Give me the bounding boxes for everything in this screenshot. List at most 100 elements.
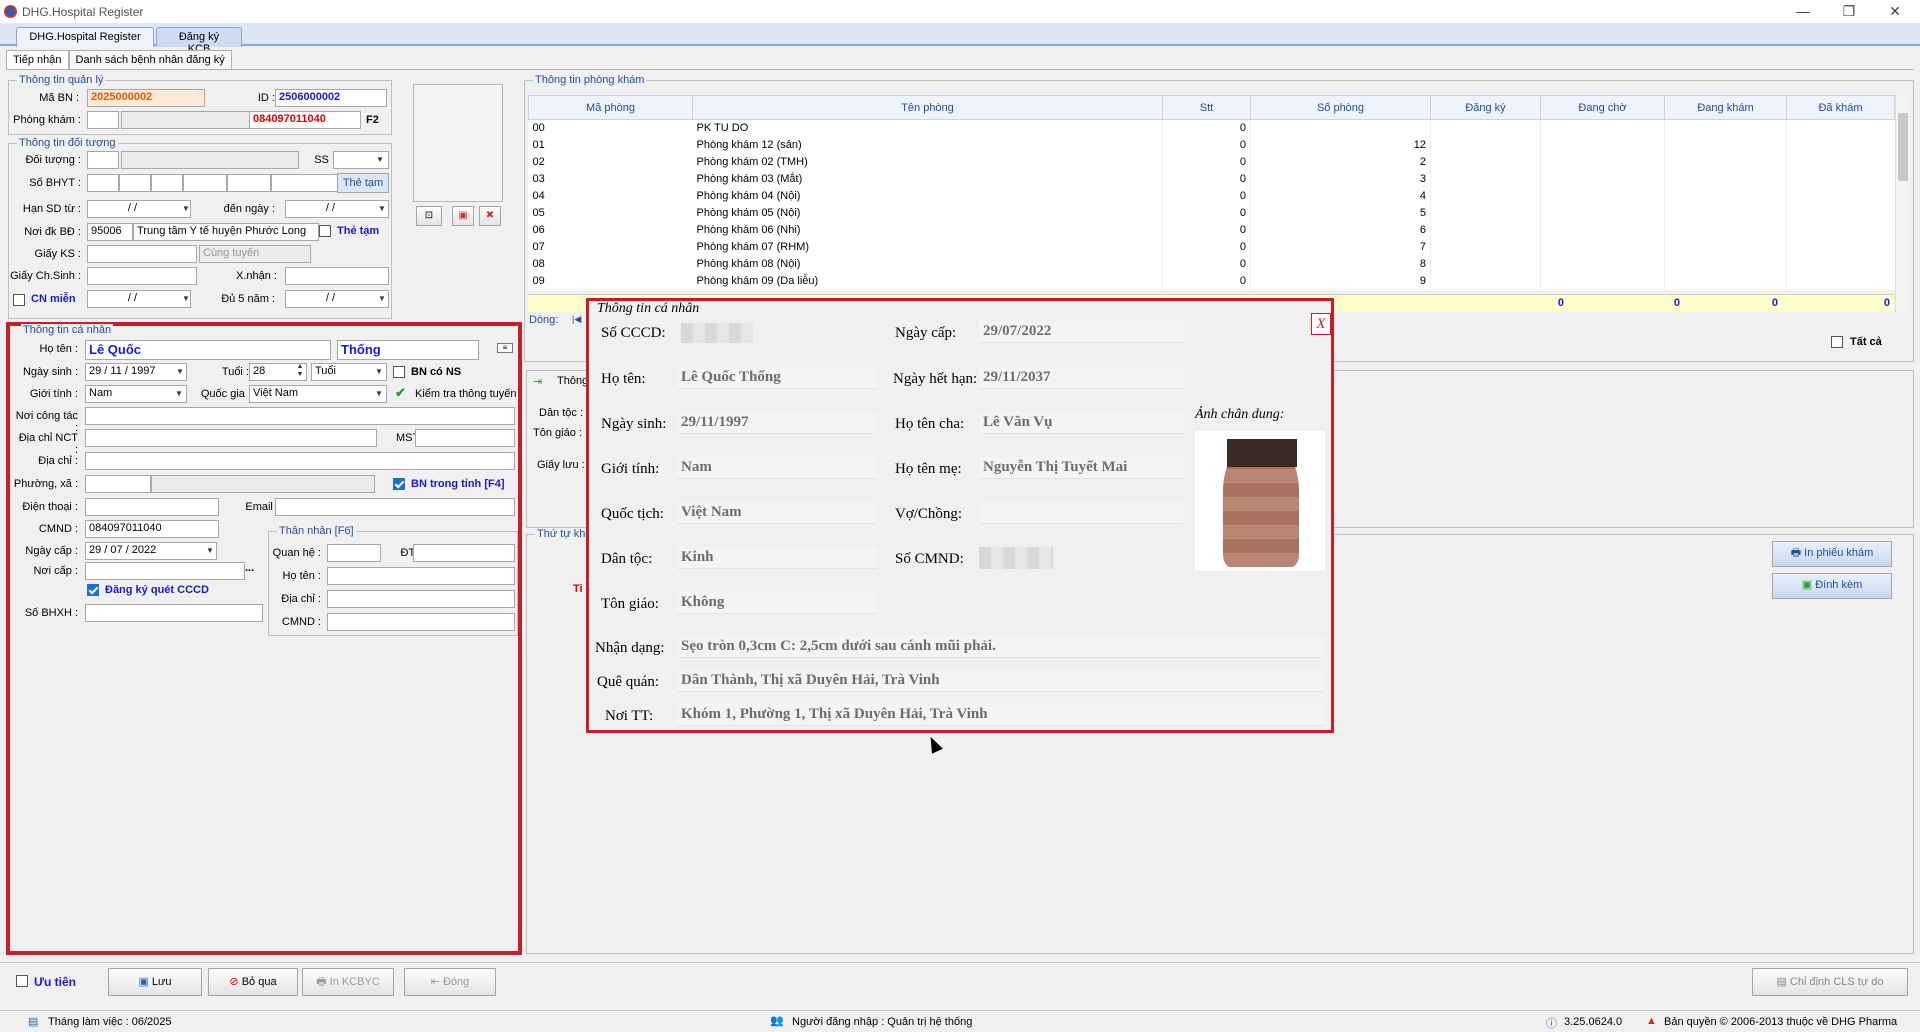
- du5nam-date[interactable]: / /: [285, 290, 389, 308]
- so-bhyt-part3[interactable]: [151, 174, 183, 192]
- so-bhyt-part4[interactable]: [183, 174, 227, 192]
- table-cell: [1664, 170, 1787, 188]
- camera-button[interactable]: ⊡: [416, 206, 442, 226]
- room-table-header[interactable]: Đang chờ: [1540, 95, 1665, 120]
- luu-button[interactable]: ▣ Lưu: [108, 968, 202, 996]
- room-table-scrollbar[interactable]: [1895, 95, 1909, 313]
- room-table-header[interactable]: Đăng ký: [1430, 95, 1541, 120]
- the-tam-checkbox[interactable]: [319, 225, 331, 237]
- table-row[interactable]: 04 Phòng khám 04 (Nội) 0 4: [529, 187, 1895, 205]
- table-row[interactable]: 09 Phòng khám 09 (Da liễu) 0 9: [529, 272, 1895, 290]
- table-row[interactable]: 03 Phòng khám 03 (Mắt) 0 3: [529, 170, 1895, 188]
- in-kcbyc-label: In KCBYC: [329, 976, 380, 988]
- cn-mien-date[interactable]: / /: [87, 290, 191, 308]
- so-bhyt-part1[interactable]: [87, 174, 119, 192]
- han-sd-tu-date[interactable]: / /: [87, 200, 191, 218]
- xnhan-field[interactable]: [285, 267, 389, 285]
- popup-close-button[interactable]: X: [1311, 313, 1331, 335]
- giay-ks-field[interactable]: [87, 245, 197, 263]
- kiem-tra-thong-tuyen-button[interactable]: Kiểm tra thông tuyến: [415, 388, 517, 400]
- cn-mien-checkbox[interactable]: [13, 294, 25, 306]
- bn-co-ns-checkbox[interactable]: [393, 366, 405, 378]
- minimize-button[interactable]: —: [1780, 0, 1826, 22]
- phong-kham-code-field[interactable]: [87, 111, 119, 129]
- phuong-xa-code-field[interactable]: [85, 475, 151, 493]
- room-table-header[interactable]: Đã khám: [1786, 95, 1895, 120]
- ma-bn-field[interactable]: 2025000002: [87, 89, 205, 107]
- email-field[interactable]: [275, 498, 515, 516]
- photo-delete-button[interactable]: ✖: [479, 206, 501, 226]
- group-doi-tuong: Thông tin đối tượng Đối tượng : SS : ▼ S…: [8, 137, 392, 319]
- noi-dk-code-field[interactable]: 95006: [87, 223, 133, 241]
- room-table-header[interactable]: Tên phòng: [692, 95, 1163, 120]
- dia-chi-nct-field[interactable]: [85, 429, 377, 447]
- dk-quet-cccd-checkbox[interactable]: [87, 584, 99, 596]
- giay-chsinh-field[interactable]: [87, 267, 197, 285]
- table-cell: [1430, 204, 1541, 222]
- first-record-icon[interactable]: |◀: [572, 314, 581, 325]
- table-row[interactable]: 06 Phòng khám 06 (Nhi) 0 6: [529, 221, 1895, 239]
- tat-ca-checkbox[interactable]: [1831, 336, 1843, 348]
- bo-qua-button[interactable]: ⊘ Bỏ qua: [208, 968, 298, 996]
- id-field[interactable]: 2506000002: [275, 89, 387, 107]
- tab-tiep-nhan[interactable]: Tiếp nhận: [6, 50, 69, 69]
- room-table-header[interactable]: Đang khám: [1664, 95, 1787, 120]
- table-row[interactable]: 02 Phòng khám 02 (TMH) 0 2: [529, 153, 1895, 171]
- dinh-kem-button[interactable]: ▣ Đính kèm: [1772, 573, 1892, 599]
- tab-dang-ky-kcb[interactable]: Đăng ký KCB: [156, 27, 242, 55]
- phong-kham-barcode-field[interactable]: 084097011040: [249, 111, 361, 129]
- tab-hospital-register[interactable]: DHG.Hospital Register: [16, 27, 154, 47]
- gioi-tinh-select[interactable]: Nam: [85, 385, 187, 403]
- table-row[interactable]: 08 Phòng khám 08 (Nội) 0 8: [529, 255, 1895, 273]
- room-table-header[interactable]: Stt: [1162, 95, 1251, 120]
- dt-field[interactable]: [413, 544, 515, 562]
- noi-cong-tac-field[interactable]: [85, 407, 515, 425]
- table-row[interactable]: 01 Phòng khám 12 (sản) 0 12: [529, 136, 1895, 154]
- chi-dinh-cls-button[interactable]: ▤ Chỉ định CLS tự do: [1752, 968, 1908, 996]
- ho-field[interactable]: Lê Quốc: [85, 340, 331, 360]
- room-table-header[interactable]: Mã phòng: [528, 95, 693, 120]
- tab-danh-sach[interactable]: Danh sách bệnh nhân đăng ký: [68, 50, 232, 69]
- than-nhan-dia-chi-field[interactable]: [327, 590, 515, 608]
- table-cell: 9: [1250, 272, 1431, 290]
- so-bhyt-part6[interactable]: [271, 174, 341, 192]
- in-phieu-kham-button[interactable]: 🖶 In phiếu khám: [1772, 541, 1892, 567]
- ngay-cap-date[interactable]: 29 / 07 / 2022: [85, 542, 217, 560]
- maximize-button[interactable]: ❐: [1826, 0, 1872, 22]
- in-kcbyc-button[interactable]: 🖶 In KCBYC: [302, 968, 394, 996]
- table-row[interactable]: 07 Phòng khám 07 (RHM) 0 7: [529, 238, 1895, 256]
- quan-he-field[interactable]: [327, 544, 381, 562]
- photo-import-button[interactable]: ▣: [452, 206, 474, 226]
- mst-field[interactable]: [415, 429, 515, 447]
- so-bhyt-part5[interactable]: [227, 174, 271, 192]
- quoc-gia-select[interactable]: Việt Nam: [249, 385, 387, 403]
- so-bhxh-field[interactable]: [85, 604, 263, 622]
- thong-tin-tab[interactable]: Thông: [557, 375, 588, 387]
- dia-chi-field[interactable]: [85, 452, 515, 470]
- ho-ten-me-value: Nguyễn Thị Tuyết Mai: [979, 457, 1183, 479]
- so-bhyt-part2[interactable]: [119, 174, 151, 192]
- table-cell: [1540, 255, 1665, 273]
- table-row[interactable]: 00 PK TU DO 0: [529, 119, 1895, 137]
- table-cell: 09: [532, 275, 545, 287]
- table-row[interactable]: 05 Phòng khám 05 (Nội) 0 5: [529, 204, 1895, 222]
- dien-thoai-field[interactable]: [85, 498, 219, 516]
- room-table-header[interactable]: Số phòng: [1250, 95, 1431, 120]
- name-split-icon[interactable]: ≡: [497, 343, 513, 353]
- cmnd-field[interactable]: 084097011040: [85, 520, 219, 538]
- than-nhan-ho-ten-field[interactable]: [327, 567, 515, 585]
- the-tam-button[interactable]: Thẻ tạm: [337, 173, 389, 193]
- doi-tuong-code-field[interactable]: [87, 151, 119, 169]
- uu-tien-checkbox[interactable]: [16, 975, 28, 987]
- browse-button[interactable]: ...: [245, 562, 259, 574]
- dong-button[interactable]: ⇤ Đóng: [404, 968, 496, 996]
- close-window-button[interactable]: ✕: [1872, 0, 1918, 22]
- nhan-dang-label: Nhận dạng:: [595, 640, 665, 656]
- ten-field[interactable]: Thống: [337, 340, 479, 360]
- spinner-icon[interactable]: ▲ ▼: [295, 363, 305, 379]
- than-nhan-cmnd-field[interactable]: [327, 613, 515, 631]
- den-ngay-date[interactable]: / /: [285, 200, 389, 218]
- ngay-sinh-date[interactable]: 29 / 11 / 1997: [85, 363, 187, 381]
- bn-trong-tinh-checkbox[interactable]: [393, 478, 405, 490]
- noi-cap-field[interactable]: [85, 562, 245, 580]
